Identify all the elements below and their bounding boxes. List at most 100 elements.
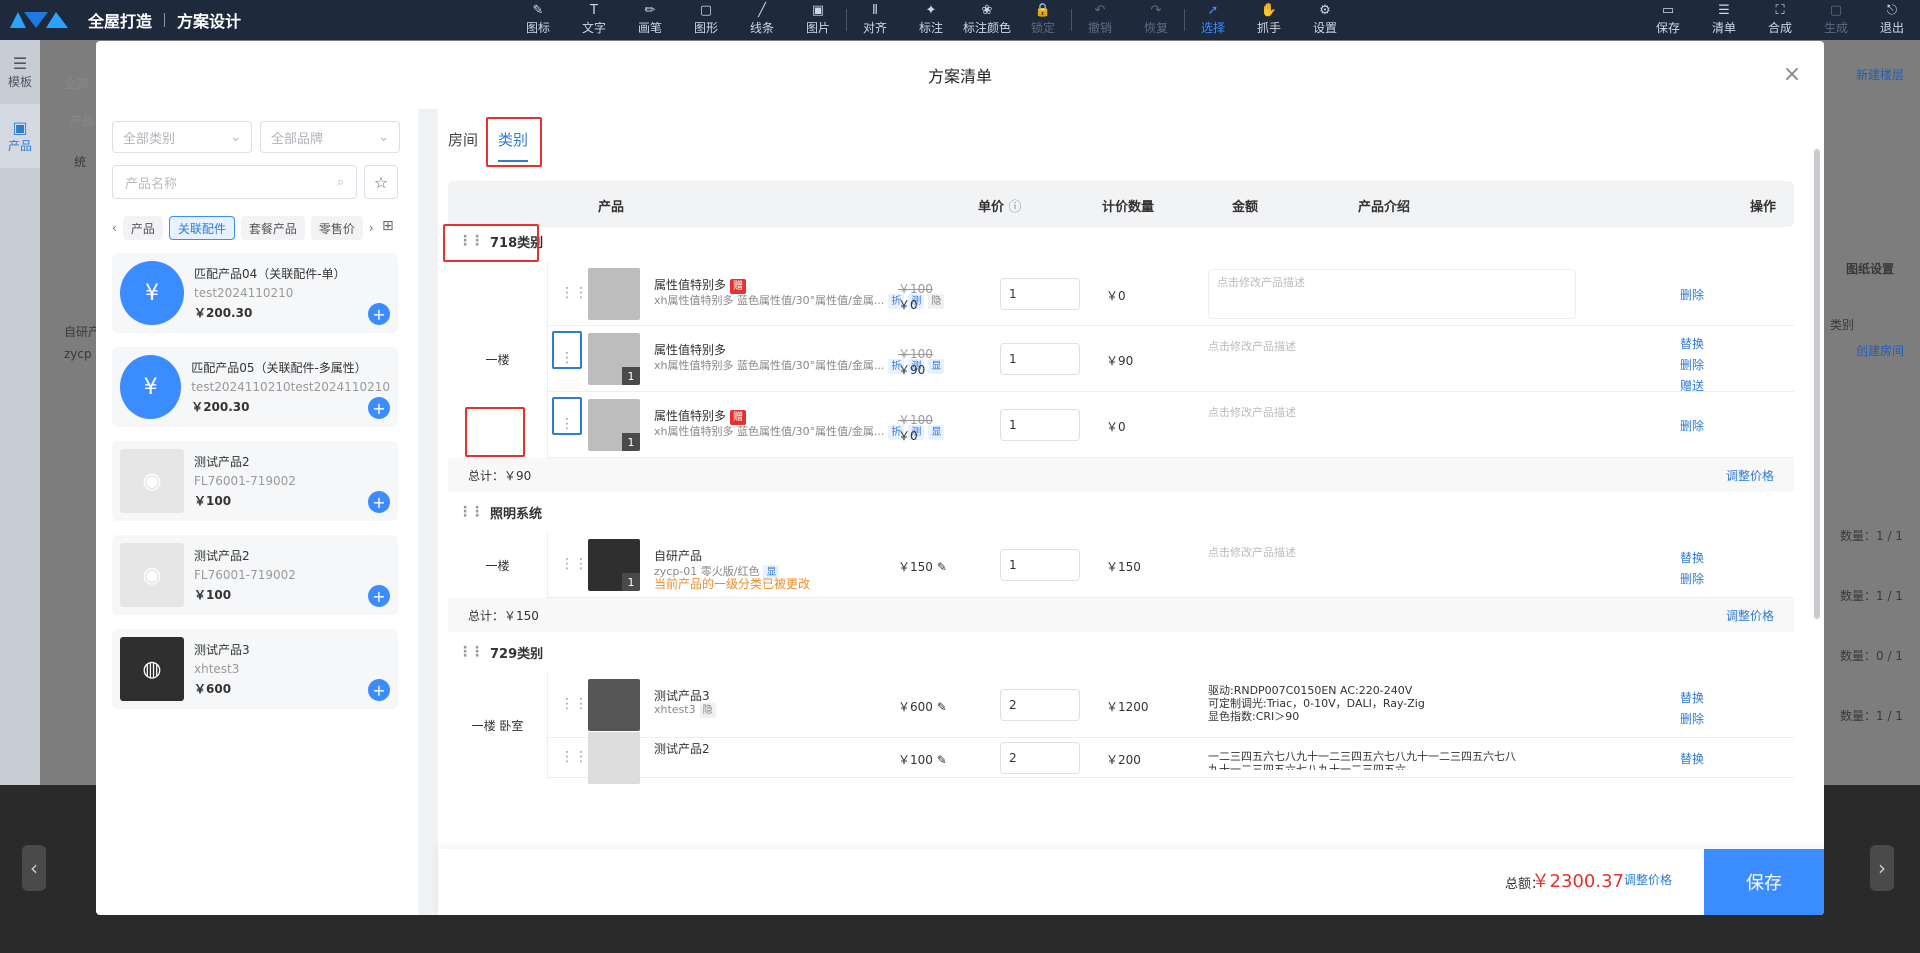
close-icon[interactable]: × (1780, 63, 1804, 87)
quantity-input[interactable]: 1 (1000, 343, 1080, 375)
tool-3[interactable]: ▢ 图形 (678, 0, 734, 40)
product-image: 1 (588, 539, 640, 591)
tool-2[interactable]: ✏ 画笔 (622, 0, 678, 40)
product-card[interactable]: ◉ 测试产品2 FL76001-719002 ￥100 + (112, 441, 398, 521)
product-code: test2024110210test2024110210 (191, 380, 390, 394)
action-link[interactable]: 替换 (1680, 689, 1704, 706)
rail-item-template[interactable]: ☰ 模板 (0, 40, 40, 104)
tool-9[interactable]: 🔒 锁定 (1015, 0, 1071, 40)
tab-room[interactable]: 房间 (448, 123, 478, 156)
plan-list-modal: 方案清单 × 全部类别 ⌄ 全部品牌 ⌄ 产品名称 ⌕ ☆ ‹ 产品 关联配件 套餐产品零… (96, 41, 1824, 915)
product-description-input[interactable]: 点击修改产品描述 (1208, 544, 1576, 560)
add-icon[interactable]: + (368, 303, 390, 325)
product-card[interactable]: ¥ 匹配产品05（关联配件-多属性） test2024110210test20241… (112, 347, 398, 427)
product-spec: xhtest3 隐 (654, 703, 716, 718)
tool-7[interactable]: ✦ 标注 (903, 0, 959, 40)
product-card[interactable]: ¥ 匹配产品04（关联配件-单） test2024110210 ￥200.30 + (112, 253, 398, 333)
search-icon[interactable]: ⌕ (337, 175, 344, 190)
product-card[interactable]: ◉ 测试产品2 FL76001-719002 ￥100 + (112, 535, 398, 615)
settings-tool-icon: ⚙ (1319, 3, 1331, 18)
action-0[interactable]: ▭ 保存 (1640, 0, 1696, 40)
action-3[interactable]: ▢ 生成 (1808, 0, 1864, 40)
chevron-left-icon[interactable]: ‹ (112, 221, 117, 235)
tool-1[interactable]: T 文字 (566, 0, 622, 40)
drag-handle-icon[interactable]: ⋮⋮ (560, 749, 588, 765)
add-icon[interactable]: + (368, 679, 390, 701)
category-tab[interactable]: 产品 (122, 216, 163, 240)
favorite-star-icon[interactable]: ☆ (364, 165, 398, 199)
product-code: xhtest3 (194, 662, 240, 676)
tool-0[interactable]: ✎ 图标 (510, 0, 566, 40)
next-arrow-button[interactable]: › (1870, 845, 1894, 891)
rail-item-product[interactable]: ▣ 产品 (0, 104, 40, 168)
chevron-right-icon[interactable]: › (369, 221, 374, 235)
tool-11[interactable]: ↷ 恢复 (1128, 0, 1184, 40)
unit-price: ￥150 ✎ (898, 560, 947, 574)
save-button[interactable]: 保存 (1704, 849, 1824, 915)
tool-6[interactable]: ⫴ 对齐 (847, 0, 903, 40)
grid-view-icon[interactable]: ⊞ (382, 218, 394, 234)
prev-arrow-button[interactable]: ‹ (22, 845, 46, 891)
tool-14[interactable]: ⚙ 设置 (1297, 0, 1353, 40)
product-description-input[interactable]: 点击修改产品描述 (1208, 269, 1576, 319)
quantity-input[interactable]: 1 (1000, 278, 1080, 310)
action-link[interactable]: 替换 (1680, 335, 1704, 352)
action-link[interactable]: 替换 (1680, 750, 1704, 767)
quantity-input[interactable]: 2 (1000, 742, 1080, 774)
action-link[interactable]: 删除 (1680, 286, 1704, 303)
tool-5[interactable]: ▣ 图片 (790, 0, 846, 40)
adjust-price-link[interactable]: 调整价格 (1624, 871, 1674, 888)
drag-handle-icon[interactable]: ⋮⋮ (560, 285, 588, 301)
product-description-input[interactable]: 点击修改产品描述 (1208, 338, 1576, 354)
category-tab[interactable]: 关联配件 (168, 216, 235, 240)
product-description-input[interactable]: 驱动:RNDP007C0150EN AC:220-240V 可定制调光:Tria… (1208, 684, 1576, 730)
action-4[interactable]: ⎋ 退出 (1864, 0, 1920, 40)
product-description-input[interactable]: 一二三四五六七八九十一二三四五六七八九十一二三四五六七八 九十一二三四五六七八九… (1208, 750, 1576, 770)
drag-handle-icon[interactable]: ⋮⋮ (560, 696, 588, 712)
table-row: ⋮⋮ 测试产品2 ￥100 ✎ 2 ￥200 一二三四五六七八九十一二三四五六七八九十一二… (548, 732, 1794, 784)
product-description-input[interactable]: 点击修改产品描述 (1208, 404, 1576, 420)
category-tab[interactable]: 套餐产品 (240, 216, 305, 240)
tool-13[interactable]: ✋ 抓手 (1241, 0, 1297, 40)
action-link[interactable]: 删除 (1680, 710, 1704, 727)
product-search-input[interactable]: 产品名称 ⌕ (112, 165, 357, 199)
action-link[interactable]: 删除 (1680, 570, 1704, 587)
filter-row: 全部类别 ⌄ 全部品牌 ⌄ (112, 121, 400, 153)
drag-handle-icon[interactable]: ⋮⋮ (560, 556, 588, 572)
vertical-scrollbar[interactable] (1814, 149, 1820, 619)
app-subtitle: 方案设计 (177, 12, 242, 31)
drag-handle-icon[interactable]: ⋮⋮ (458, 504, 484, 520)
product-image: 1 (588, 333, 640, 385)
col-quantity: 计价数量 (1102, 200, 1155, 215)
brand-filter-select[interactable]: 全部品牌 ⌄ (260, 121, 400, 153)
action-2[interactable]: ⛶ 合成 (1752, 0, 1808, 40)
new-floor-link[interactable]: 新建楼层 (1856, 66, 1904, 83)
add-icon[interactable]: + (368, 491, 390, 513)
modal-footer: 总额： ￥2300.37 调整价格 保存 (438, 849, 1824, 915)
edit-icon[interactable]: ✎ (933, 753, 947, 767)
action-link[interactable]: 删除 (1680, 417, 1704, 434)
amount-value: ￥1200 (1106, 700, 1149, 714)
tool-10[interactable]: ↶ 撤销 (1072, 0, 1128, 40)
quantity-input[interactable]: 2 (1000, 689, 1080, 721)
category-tab[interactable]: 零售价 (310, 216, 363, 240)
add-icon[interactable]: + (368, 397, 390, 419)
adjust-price-link[interactable]: 调整价格 (1726, 467, 1774, 484)
edit-icon[interactable]: ✎ (933, 700, 947, 714)
category-filter-select[interactable]: 全部类别 ⌄ (112, 121, 252, 153)
product-card[interactable]: ◍ 测试产品3 xhtest3 ￥600 + (112, 629, 398, 709)
tool-12[interactable]: ➚ 选择 (1185, 0, 1241, 40)
add-icon[interactable]: + (368, 585, 390, 607)
edit-icon[interactable]: ✎ (933, 560, 947, 574)
action-1[interactable]: ☰ 清单 (1696, 0, 1752, 40)
tool-8[interactable]: ❀ 标注颜色 (959, 0, 1015, 40)
create-room-link[interactable]: 创建房间 (1856, 342, 1904, 359)
adjust-price-link[interactable]: 调整价格 (1726, 607, 1774, 624)
info-icon[interactable]: ⓘ (1009, 200, 1022, 215)
action-link[interactable]: 删除 (1680, 356, 1704, 373)
quantity-input[interactable]: 1 (1000, 409, 1080, 441)
action-link[interactable]: 替换 (1680, 549, 1704, 566)
drag-handle-icon[interactable]: ⋮⋮ (458, 644, 484, 660)
tool-4[interactable]: ╱ 线条 (734, 0, 790, 40)
quantity-input[interactable]: 1 (1000, 549, 1080, 581)
